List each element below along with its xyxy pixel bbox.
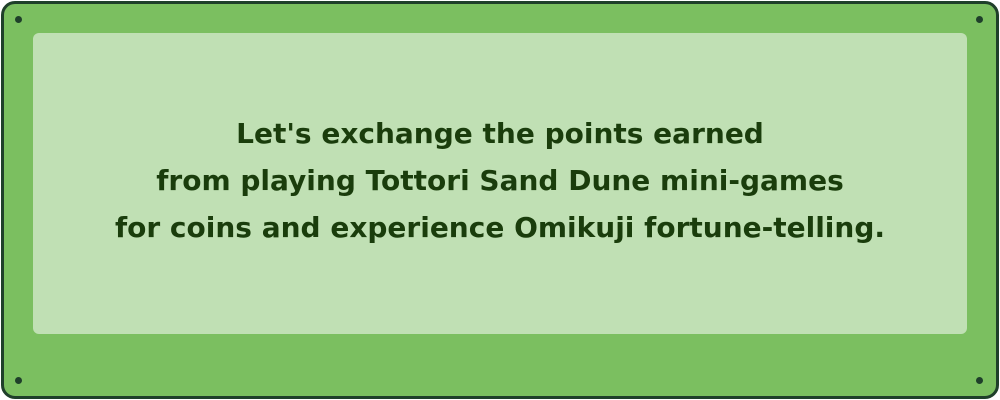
- screw-top-right-icon: [976, 16, 983, 23]
- screw-bottom-right-icon: [976, 377, 983, 384]
- screw-bottom-left-icon: [15, 377, 22, 384]
- message-line-1: Let's exchange the points earned: [236, 117, 764, 150]
- screw-top-left-icon: [15, 16, 22, 23]
- message-panel: Let's exchange the points earned from pl…: [33, 33, 967, 334]
- info-signboard: Let's exchange the points earned from pl…: [1, 1, 999, 399]
- board-message: Let's exchange the points earned from pl…: [115, 110, 885, 257]
- message-line-3: for coins and experience Omikuji fortune…: [114, 211, 886, 244]
- message-line-2: from playing Tottori Sand Dune mini-game…: [156, 164, 844, 197]
